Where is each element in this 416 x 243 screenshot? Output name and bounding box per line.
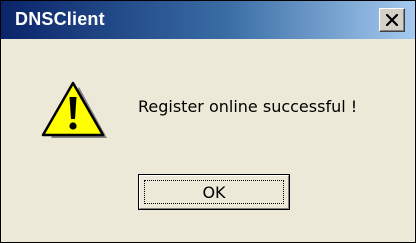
message-text: Register online successful ! xyxy=(138,97,358,116)
close-icon xyxy=(386,14,398,26)
warning-icon xyxy=(41,81,107,138)
message-dialog: DNSClient Register online successful ! O… xyxy=(0,0,416,243)
dialog-body: Register online successful ! OK xyxy=(1,39,415,242)
window-title: DNSClient xyxy=(15,9,105,29)
ok-button-label: OK xyxy=(202,183,226,202)
ok-button[interactable]: OK xyxy=(138,174,290,210)
title-bar[interactable]: DNSClient xyxy=(1,1,415,39)
close-button[interactable] xyxy=(379,8,405,32)
